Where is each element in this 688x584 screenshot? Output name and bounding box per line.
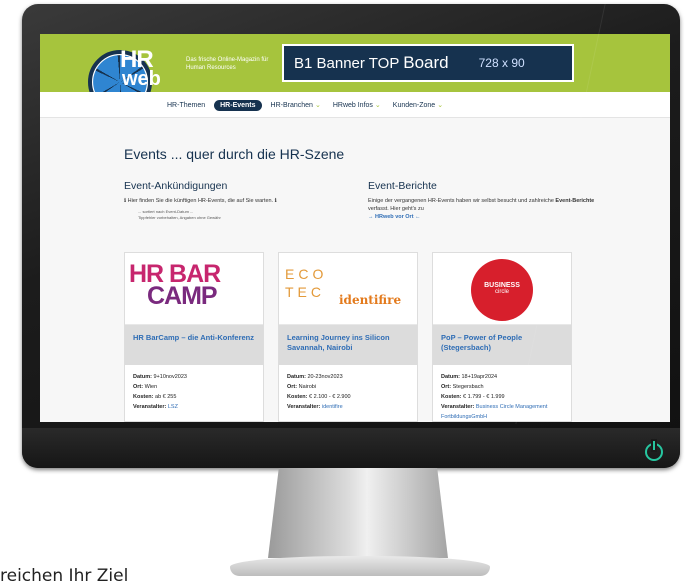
- announcements-title: Event-Ankündigungen: [124, 180, 228, 192]
- organizer-label: Veranstalter:: [441, 404, 475, 410]
- monitor-chin: [22, 428, 680, 468]
- event-place: Stegersbach: [452, 384, 484, 390]
- event-cost: € 1.799 - € 1.999: [463, 394, 505, 400]
- event-details: Datum: 20-23nov2023 Ort: Nairobi Kosten:…: [279, 365, 417, 419]
- top-banner[interactable]: B1 Banner TOP Board 728 x 90: [282, 44, 574, 82]
- cost-label: Kosten:: [287, 394, 308, 400]
- monitor-stand-base: [230, 556, 490, 576]
- event-place: Nairobi: [298, 384, 317, 390]
- nav-item-hr-themen[interactable]: HR-Themen: [164, 100, 208, 111]
- reports-text-bold: Event-Berichte: [555, 198, 595, 204]
- date-label: Datum:: [133, 374, 152, 380]
- event-place: Wien: [144, 384, 158, 390]
- announcements-text: ℹ Hier finden Sie die künftigen HR-Event…: [124, 198, 277, 204]
- nav-item-hr-events[interactable]: HR-Events: [214, 99, 262, 111]
- nav-label: Kunden-Zone: [392, 102, 436, 109]
- hr-barcamp-logo: HR BAR CAMP: [129, 262, 221, 310]
- nav-item-hrweb-infos[interactable]: HRweb Infos ⌄: [330, 99, 384, 111]
- reports-text: Einige der vergangenen HR-Events haben w…: [368, 197, 598, 221]
- organizer-link[interactable]: identifire: [322, 404, 343, 410]
- nav-label: HRweb Infos: [332, 102, 373, 109]
- logo-line-2: circle: [494, 289, 509, 295]
- event-title[interactable]: PoP – Power of People (Stegersbach): [441, 333, 563, 353]
- logo-line-2: TEC: [285, 284, 325, 300]
- logo-line-1: BUSINESS: [484, 282, 520, 289]
- banner-label-text: B1 Banner TOP: [294, 55, 400, 72]
- identifire-logo: identifire: [339, 293, 402, 307]
- hrweb-vor-ort-link[interactable]: → HRweb vor Ort ←: [368, 214, 421, 220]
- announcements-note-2: Tippfehler vorbehalten, Angaben ohne Gew…: [138, 215, 221, 220]
- event-card[interactable]: ECO TEC identifire Learning Journey ins S…: [278, 252, 418, 422]
- organizer-label: Veranstalter:: [287, 404, 321, 410]
- event-card[interactable]: BUSINESS circle PoP – Power of People (St…: [432, 252, 572, 422]
- chevron-down-icon: ⌄: [314, 102, 321, 109]
- organizer-link[interactable]: LSZ: [168, 404, 178, 410]
- place-label: Ort:: [441, 384, 452, 390]
- monitor-screen: HR web Das frische Online-Magazin für Hu…: [40, 34, 670, 422]
- nav-label: HR-Branchen: [270, 102, 313, 109]
- event-image-pop[interactable]: BUSINESS circle: [433, 253, 571, 325]
- ecotec-logo: ECO TEC: [285, 265, 327, 301]
- event-date: 20-23nov2023: [307, 374, 343, 380]
- place-label: Ort:: [287, 384, 298, 390]
- organizer-label: Veranstalter:: [133, 404, 167, 410]
- business-circle-logo: BUSINESS circle: [471, 259, 533, 321]
- chevron-down-icon: ⌄: [437, 102, 444, 109]
- event-card[interactable]: HR BAR CAMP HR BarCamp – die Anti-Konfere…: [124, 252, 264, 422]
- reports-section: Event-Berichte Einige der vergangenen HR…: [368, 180, 598, 221]
- logo-line-1: ECO: [285, 266, 328, 282]
- reports-title: Event-Berichte: [368, 180, 437, 192]
- logo-line-2: CAMP: [147, 282, 218, 310]
- event-title[interactable]: Learning Journey ins Silicon Savannah, N…: [287, 333, 409, 353]
- event-cards: HR BAR CAMP HR BarCamp – die Anti-Konfere…: [124, 252, 574, 422]
- banner-label: B1 Banner TOP Board: [294, 53, 449, 73]
- banner-size: 728 x 90: [478, 56, 525, 70]
- nav-item-hr-branchen[interactable]: HR-Branchen ⌄: [268, 99, 324, 111]
- site-header: HR web Das frische Online-Magazin für Hu…: [40, 34, 670, 114]
- event-date: 18+19apr2024: [461, 374, 498, 380]
- monitor-stand: [268, 468, 448, 558]
- event-image-hr-barcamp[interactable]: HR BAR CAMP: [125, 253, 263, 325]
- banner-board-text: Board: [403, 53, 449, 72]
- chevron-down-icon: ⌄: [374, 102, 381, 109]
- reports-text-b: verfasst. Hier geht's zu: [368, 206, 424, 212]
- announcements-section: Event-Ankündigungen ℹ Hier finden Sie di…: [124, 180, 334, 221]
- event-cost: € 2.100 - € 2.900: [309, 394, 351, 400]
- background-text: reichen Ihr Ziel: [0, 566, 129, 584]
- reports-text-a: Einige der vergangenen HR-Events haben w…: [368, 198, 554, 204]
- event-details: Datum: 18+19apr2024 Ort: Stegersbach Kos…: [433, 365, 571, 421]
- event-details: Datum: 9+10nov2023 Ort: Wien Kosten: ab …: [125, 365, 263, 419]
- site-tagline: Das frische Online-Magazin für Human Res…: [186, 57, 269, 71]
- event-date: 9+10nov2023: [153, 374, 187, 380]
- cost-label: Kosten:: [133, 394, 154, 400]
- announcements-text-body: Hier finden Sie die künftigen HR-Events,…: [127, 198, 274, 204]
- date-label: Datum:: [287, 374, 306, 380]
- event-cost: ab € 255: [155, 394, 177, 400]
- event-image-learning-journey[interactable]: ECO TEC identifire: [279, 253, 417, 325]
- announcements-note: ... sortiert nach Event-Datum ... Tippfe…: [138, 209, 334, 221]
- main-nav: HR-Themen HR-Events HR-Branchen ⌄ HRweb I…: [40, 92, 670, 118]
- cost-label: Kosten:: [441, 394, 462, 400]
- logo-text-web: web: [122, 68, 161, 90]
- nav-item-kunden-zone[interactable]: Kunden-Zone ⌄: [390, 99, 446, 111]
- date-label: Datum:: [441, 374, 460, 380]
- place-label: Ort:: [133, 384, 144, 390]
- power-icon: [645, 441, 663, 461]
- event-title[interactable]: HR BarCamp – die Anti-Konferenz: [133, 333, 255, 343]
- page-title: Events ... quer durch die HR-Szene: [124, 146, 345, 162]
